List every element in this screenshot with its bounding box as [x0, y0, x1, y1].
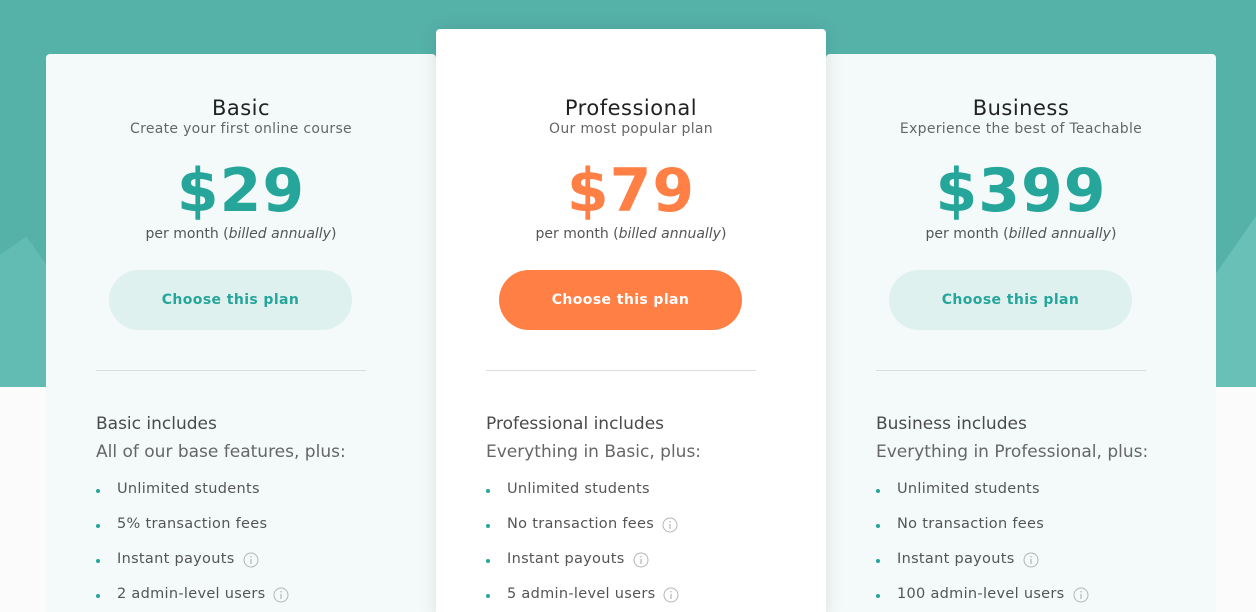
- feature-label: No transaction fees: [897, 516, 1045, 532]
- pricing-card-basic: Basic Create your first online course $2…: [46, 54, 436, 612]
- feature-label: Instant payouts: [897, 551, 1015, 567]
- feature-item: No transaction fees: [486, 516, 806, 551]
- bullet-dot-icon: [876, 559, 880, 563]
- feature-item: No transaction fees: [876, 516, 1196, 551]
- bullet-dot-icon: [96, 489, 100, 493]
- info-icon[interactable]: [1023, 552, 1039, 568]
- feature-list: Unlimited students No transaction fees Ins…: [876, 481, 1196, 612]
- bullet-dot-icon: [96, 524, 100, 528]
- feature-item: Unlimited students: [876, 481, 1196, 516]
- bullet-dot-icon: [876, 524, 880, 528]
- billing-suffix: ): [1110, 226, 1117, 242]
- billing-period: billed annually: [228, 226, 331, 242]
- plan-price: $399: [935, 156, 1107, 226]
- info-icon[interactable]: [273, 587, 289, 603]
- includes-title: Professional includes: [486, 414, 665, 434]
- bullet-dot-icon: [96, 559, 100, 563]
- feature-item: Unlimited students: [486, 481, 806, 516]
- feature-label: 5 admin-level users: [507, 586, 656, 602]
- plan-price: $79: [566, 156, 696, 226]
- info-icon[interactable]: [243, 552, 259, 568]
- plan-name: Basic: [211, 96, 271, 120]
- choose-plan-button-basic[interactable]: Choose this plan: [109, 270, 352, 330]
- bullet-dot-icon: [876, 489, 880, 493]
- divider: [876, 370, 1146, 371]
- pricing-card-business: Business Experience the best of Teachabl…: [826, 54, 1216, 612]
- pricing-card-professional: Professional Our most popular plan $79 p…: [436, 29, 826, 612]
- includes-subtitle: Everything in Professional, plus:: [876, 442, 1149, 462]
- info-icon[interactable]: [662, 517, 678, 533]
- bullet-dot-icon: [486, 594, 490, 598]
- feature-label: Unlimited students: [897, 481, 1040, 497]
- feature-item: 2 admin-level users: [96, 586, 416, 612]
- includes-subtitle: All of our base features, plus:: [96, 442, 346, 462]
- billing-note: per month (billed annually): [436, 226, 826, 242]
- feature-list: Unlimited students No transaction fees Ins…: [486, 481, 806, 612]
- divider: [96, 370, 366, 371]
- info-icon[interactable]: [1073, 587, 1089, 603]
- bullet-dot-icon: [486, 559, 490, 563]
- billing-note: per month (billed annually): [46, 226, 436, 242]
- feature-item: Instant payouts: [96, 551, 416, 586]
- billing-period: billed annually: [618, 226, 721, 242]
- bullet-dot-icon: [486, 524, 490, 528]
- plan-name: Professional: [564, 96, 698, 120]
- feature-label: 5% transaction fees: [117, 516, 268, 532]
- plan-name: Business: [972, 96, 1070, 120]
- feature-item: Instant payouts: [486, 551, 806, 586]
- feature-list: Unlimited students 5% transaction fees Ins…: [96, 481, 416, 612]
- feature-label: 2 admin-level users: [117, 586, 266, 602]
- feature-label: Unlimited students: [117, 481, 260, 497]
- includes-title: Business includes: [876, 414, 1027, 434]
- plan-tagline: Experience the best of Teachable: [899, 121, 1143, 137]
- bullet-dot-icon: [96, 594, 100, 598]
- plan-price: $29: [176, 156, 306, 226]
- includes-title: Basic includes: [96, 414, 217, 434]
- billing-prefix: per month (: [535, 226, 619, 242]
- billing-suffix: ): [720, 226, 727, 242]
- divider: [486, 370, 756, 371]
- billing-suffix: ): [330, 226, 337, 242]
- billing-period: billed annually: [1008, 226, 1111, 242]
- billing-note: per month (billed annually): [826, 226, 1216, 242]
- feature-label: No transaction fees: [507, 516, 655, 532]
- choose-plan-button-professional[interactable]: Choose this plan: [499, 270, 742, 330]
- feature-item: Unlimited students: [96, 481, 416, 516]
- bullet-dot-icon: [876, 594, 880, 598]
- bullet-dot-icon: [486, 489, 490, 493]
- info-icon[interactable]: [633, 552, 649, 568]
- billing-prefix: per month (: [925, 226, 1009, 242]
- feature-label: 100 admin-level users: [897, 586, 1065, 602]
- includes-subtitle: Everything in Basic, plus:: [486, 442, 702, 462]
- choose-plan-button-business[interactable]: Choose this plan: [889, 270, 1132, 330]
- plan-tagline: Our most popular plan: [549, 121, 713, 137]
- feature-label: Instant payouts: [507, 551, 625, 567]
- feature-item: 5 admin-level users: [486, 586, 806, 612]
- info-icon[interactable]: [663, 587, 679, 603]
- feature-item: Instant payouts: [876, 551, 1196, 586]
- feature-item: 5% transaction fees: [96, 516, 416, 551]
- feature-item: 100 admin-level users: [876, 586, 1196, 612]
- feature-label: Unlimited students: [507, 481, 650, 497]
- feature-label: Instant payouts: [117, 551, 235, 567]
- plan-tagline: Create your first online course: [130, 121, 352, 137]
- billing-prefix: per month (: [145, 226, 229, 242]
